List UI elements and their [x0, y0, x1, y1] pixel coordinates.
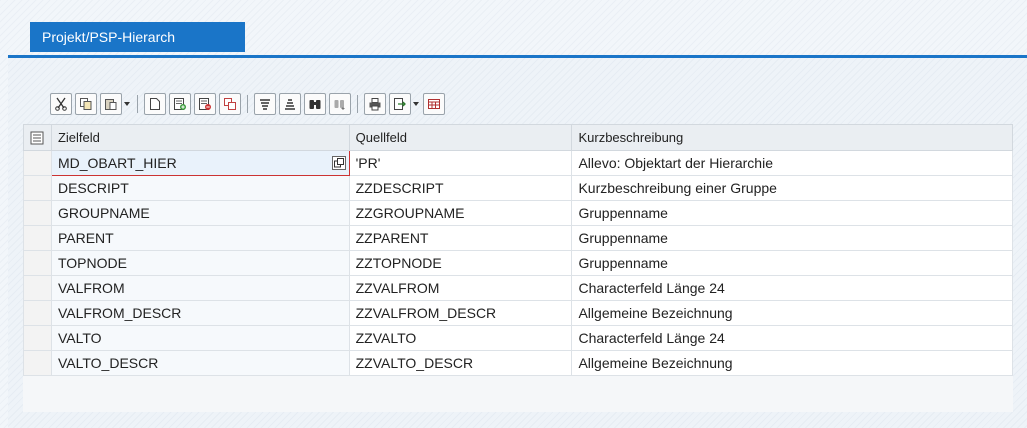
paste-button[interactable] — [100, 93, 122, 115]
quellfeld-cell[interactable]: ZZVALFROM_DESCR — [348, 300, 573, 326]
zielfeld-cell[interactable]: GROUPNAME — [50, 200, 350, 226]
export-button[interactable] — [389, 93, 411, 115]
toolbar-separator — [137, 95, 138, 113]
sort-ascending-button[interactable] — [254, 93, 276, 115]
kurzbeschreibung-cell: Gruppenname — [571, 250, 1013, 276]
copy-icon — [80, 98, 92, 110]
kurzbeschreibung-cell: Allgemeine Bezeichnung — [571, 350, 1013, 376]
data-grid: Zielfeld Quellfeld Kurzbeschreibung MD_O… — [23, 124, 1013, 412]
new-document-icon — [150, 98, 160, 110]
sort-descending-button[interactable] — [279, 93, 301, 115]
paste-icon — [105, 99, 117, 110]
find-icon — [309, 100, 321, 109]
quellfeld-cell[interactable]: ZZGROUPNAME — [348, 200, 573, 226]
find-next-button[interactable] — [329, 93, 351, 115]
kurzbeschreibung-cell: Gruppenname — [571, 225, 1013, 251]
zielfeld-cell[interactable]: DESCRIPT — [50, 175, 350, 201]
table-header-row: Zielfeld Quellfeld Kurzbeschreibung — [23, 124, 1013, 151]
column-header-zielfeld[interactable]: Zielfeld — [50, 124, 350, 151]
kurzbeschreibung-cell: Kurzbeschreibung einer Gruppe — [571, 175, 1013, 201]
append-row-button[interactable] — [169, 93, 191, 115]
kurzbeschreibung-cell: Characterfeld Länge 24 — [571, 325, 1013, 351]
row-selector[interactable] — [23, 275, 52, 301]
zielfeld-cell[interactable]: VALFROM_DESCR — [50, 300, 350, 326]
zielfeld-cell[interactable]: VALTO_DESCR — [50, 350, 350, 376]
value-help-button[interactable] — [331, 156, 346, 170]
kurzbeschreibung-cell: Allgemeine Bezeichnung — [571, 300, 1013, 326]
table-row[interactable]: DESCRIPT ZZDESCRIPT Kurzbeschreibung ein… — [23, 175, 1013, 201]
zielfeld-cell[interactable]: TOPNODE — [50, 250, 350, 276]
table-row[interactable]: VALFROM ZZVALFROM Characterfeld Länge 24 — [23, 275, 1013, 301]
zielfeld-cell[interactable]: MD_OBART_HIER — [50, 150, 350, 176]
value-help-icon — [333, 158, 344, 168]
quellfeld-cell[interactable]: ZZTOPNODE — [348, 250, 573, 276]
append-row-icon — [174, 98, 186, 110]
row-selector[interactable] — [23, 350, 52, 376]
tab-label: Projekt/PSP-Hierarch — [42, 29, 176, 45]
row-selector[interactable] — [23, 175, 52, 201]
print-icon — [369, 98, 381, 111]
table-row[interactable]: VALTO_DESCR ZZVALTO_DESCR Allgemeine Bez… — [23, 350, 1013, 376]
delete-row-button[interactable] — [194, 93, 216, 115]
column-header-quellfeld[interactable]: Quellfeld — [348, 124, 573, 151]
export-icon — [394, 98, 406, 110]
paste-dropdown[interactable] — [122, 93, 132, 115]
export-dropdown[interactable] — [411, 93, 421, 115]
chevron-down-icon — [124, 102, 130, 106]
table-row[interactable]: VALFROM_DESCR ZZVALFROM_DESCR Allgemeine… — [23, 300, 1013, 326]
row-selector[interactable] — [23, 200, 52, 226]
tab-projekt-psp-hierarch[interactable]: Projekt/PSP-Hierarch — [30, 22, 245, 52]
zielfeld-value: MD_OBART_HIER — [57, 155, 177, 171]
kurzbeschreibung-cell: Characterfeld Länge 24 — [571, 275, 1013, 301]
column-header-kurzbeschreibung[interactable]: Kurzbeschreibung — [571, 124, 1013, 151]
cut-icon — [55, 97, 67, 111]
new-document-button[interactable] — [144, 93, 166, 115]
quellfeld-cell[interactable]: ZZVALFROM — [348, 275, 573, 301]
quellfeld-cell[interactable]: ZZVALTO — [348, 325, 573, 351]
layout-button[interactable] — [423, 93, 445, 115]
quellfeld-cell[interactable]: 'PR' — [348, 150, 573, 176]
quellfeld-cell[interactable]: ZZVALTO_DESCR — [348, 350, 573, 376]
zielfeld-cell[interactable]: VALTO — [50, 325, 350, 351]
mapping-table: Zielfeld Quellfeld Kurzbeschreibung MD_O… — [23, 124, 1013, 376]
row-selector[interactable] — [23, 250, 52, 276]
cut-button[interactable] — [50, 93, 72, 115]
table-row[interactable]: PARENT ZZPARENT Gruppenname — [23, 225, 1013, 251]
quellfeld-cell[interactable]: ZZDESCRIPT — [348, 175, 573, 201]
quellfeld-cell[interactable]: ZZPARENT — [348, 225, 573, 251]
kurzbeschreibung-cell: Gruppenname — [571, 200, 1013, 226]
delete-row-icon — [199, 98, 211, 110]
toolbar-separator — [357, 95, 358, 113]
chevron-down-icon — [413, 102, 419, 106]
table-row[interactable]: MD_OBART_HIER 'PR' Allevo: Objektart der… — [23, 150, 1013, 176]
grid-toolbar — [50, 91, 448, 117]
toolbar-separator — [247, 95, 248, 113]
row-selector[interactable] — [23, 225, 52, 251]
kurzbeschreibung-cell: Allevo: Objektart der Hierarchie — [571, 150, 1013, 176]
row-selector[interactable] — [23, 300, 52, 326]
copy-row-icon — [224, 98, 236, 110]
select-all-button[interactable] — [23, 124, 52, 151]
select-all-icon — [30, 131, 44, 145]
find-next-icon — [334, 100, 345, 110]
table-row[interactable]: VALTO ZZVALTO Characterfeld Länge 24 — [23, 325, 1013, 351]
print-button[interactable] — [364, 93, 386, 115]
row-selector[interactable] — [23, 325, 52, 351]
zielfeld-cell[interactable]: PARENT — [50, 225, 350, 251]
find-button[interactable] — [304, 93, 326, 115]
sort-descending-icon — [285, 99, 295, 110]
layout-icon — [428, 99, 440, 109]
sort-ascending-icon — [260, 99, 270, 110]
row-selector[interactable] — [23, 150, 52, 176]
zielfeld-cell[interactable]: VALFROM — [50, 275, 350, 301]
table-row[interactable]: TOPNODE ZZTOPNODE Gruppenname — [23, 250, 1013, 276]
copy-button[interactable] — [75, 93, 97, 115]
copy-row-button[interactable] — [219, 93, 241, 115]
table-row[interactable]: GROUPNAME ZZGROUPNAME Gruppenname — [23, 200, 1013, 226]
